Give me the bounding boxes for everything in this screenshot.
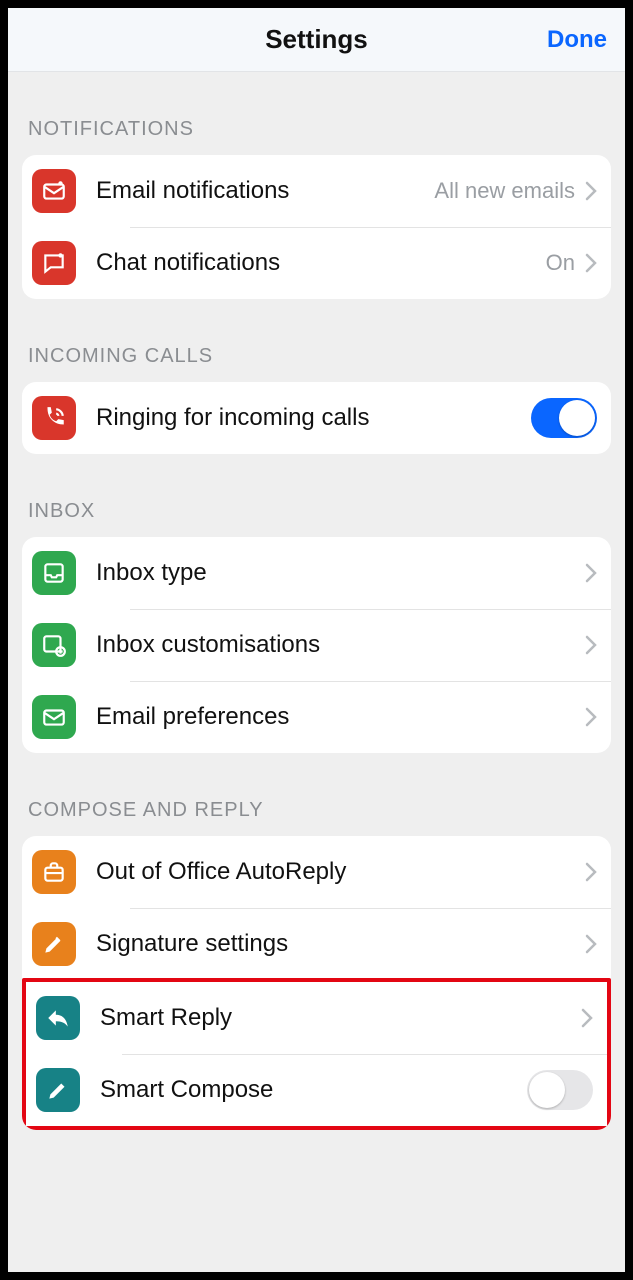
chevron-right-icon xyxy=(585,253,597,273)
section-header-compose: COMPOSE AND REPLY xyxy=(22,753,611,836)
pencil-icon xyxy=(36,1068,80,1112)
row-out-of-office[interactable]: Out of Office AutoReply xyxy=(22,836,611,908)
smart-compose-toggle[interactable] xyxy=(527,1070,593,1110)
email-notifications-label: Email notifications xyxy=(96,177,289,205)
row-inbox-customisations[interactable]: Inbox customisations xyxy=(22,609,611,681)
chevron-right-icon xyxy=(585,934,597,954)
ringing-label: Ringing for incoming calls xyxy=(96,404,369,432)
group-notifications: Email notifications All new emails Chat … xyxy=(22,155,611,299)
inbox-settings-icon xyxy=(32,623,76,667)
page-title: Settings xyxy=(265,24,368,55)
inbox-type-label: Inbox type xyxy=(96,559,207,587)
mail-icon xyxy=(32,169,76,213)
chat-icon xyxy=(32,241,76,285)
done-button[interactable]: Done xyxy=(547,26,607,54)
email-preferences-label: Email preferences xyxy=(96,703,289,731)
group-compose: Out of Office AutoReply Signature settin… xyxy=(22,836,611,1130)
chevron-right-icon xyxy=(585,181,597,201)
signature-icon xyxy=(32,922,76,966)
out-of-office-label: Out of Office AutoReply xyxy=(96,858,346,886)
settings-content: NOTIFICATIONS Email notifications All ne… xyxy=(8,72,625,1272)
chevron-right-icon xyxy=(585,563,597,583)
chevron-right-icon xyxy=(585,635,597,655)
phone-icon xyxy=(32,396,76,440)
chat-notifications-label: Chat notifications xyxy=(96,249,280,277)
section-header-calls: INCOMING CALLS xyxy=(22,299,611,382)
signature-settings-label: Signature settings xyxy=(96,930,288,958)
chat-notifications-value: On xyxy=(546,250,575,276)
row-email-notifications[interactable]: Email notifications All new emails xyxy=(22,155,611,227)
inbox-icon xyxy=(32,551,76,595)
ringing-toggle[interactable] xyxy=(531,398,597,438)
briefcase-icon xyxy=(32,850,76,894)
section-header-notifications: NOTIFICATIONS xyxy=(22,72,611,155)
section-header-inbox: INBOX xyxy=(22,454,611,537)
chevron-right-icon xyxy=(585,862,597,882)
reply-icon xyxy=(36,996,80,1040)
group-calls: Ringing for incoming calls xyxy=(22,382,611,454)
row-signature-settings[interactable]: Signature settings xyxy=(22,908,611,980)
group-inbox: Inbox type Inbox customisations Email pr… xyxy=(22,537,611,753)
row-chat-notifications[interactable]: Chat notifications On xyxy=(22,227,611,299)
row-email-preferences[interactable]: Email preferences xyxy=(22,681,611,753)
smart-reply-label: Smart Reply xyxy=(100,1004,232,1032)
row-ringing: Ringing for incoming calls xyxy=(22,382,611,454)
email-notifications-value: All new emails xyxy=(434,178,575,204)
row-smart-reply[interactable]: Smart Reply xyxy=(26,982,607,1054)
envelope-icon xyxy=(32,695,76,739)
chevron-right-icon xyxy=(581,1008,593,1028)
highlight-box: Smart Reply Smart Compose xyxy=(22,978,611,1130)
smart-compose-label: Smart Compose xyxy=(100,1076,273,1104)
chevron-right-icon xyxy=(585,707,597,727)
inbox-customisations-label: Inbox customisations xyxy=(96,631,320,659)
row-smart-compose: Smart Compose xyxy=(26,1054,607,1126)
header-bar: Settings Done xyxy=(8,8,625,72)
row-inbox-type[interactable]: Inbox type xyxy=(22,537,611,609)
